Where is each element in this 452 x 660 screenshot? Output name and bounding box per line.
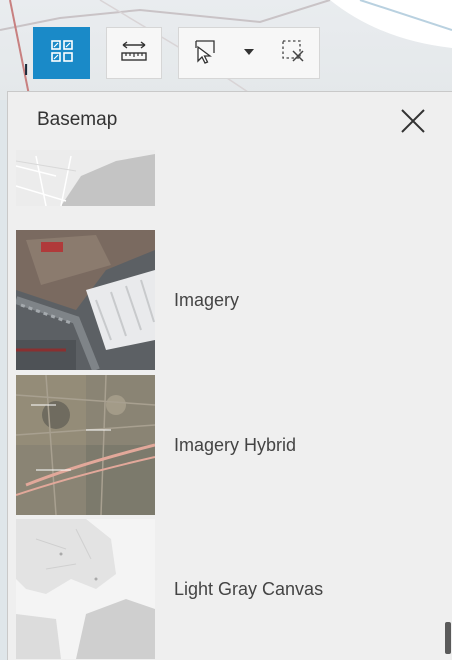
scrollbar-thumb[interactable] <box>445 622 451 654</box>
basemap-item-label: Imagery <box>174 290 240 310</box>
select-icon <box>192 38 218 69</box>
basemap-list: Imagery Imagery Hybrid Light Gray Canvas <box>8 150 452 660</box>
basemap-thumbnail <box>16 230 155 370</box>
select-button[interactable] <box>192 38 218 69</box>
panel-header: Basemap <box>8 92 452 148</box>
basemap-thumbnail <box>16 150 155 206</box>
basemap-item-topographic[interactable] <box>8 150 452 206</box>
basemap-item-imagery[interactable]: Imagery <box>8 230 452 370</box>
basemap-panel: Basemap Imagery Imagery Hybrid Light Gra… <box>7 91 452 660</box>
measure-button[interactable] <box>106 27 162 79</box>
scrollbar[interactable] <box>445 152 451 657</box>
grid-icon <box>50 39 74 68</box>
basemap-thumbnail <box>16 519 155 659</box>
basemap-item-label: Imagery Hybrid <box>174 435 297 455</box>
basemap-item-label: Light Gray Canvas <box>174 579 324 599</box>
basemap-gallery-button[interactable] <box>33 27 90 79</box>
clear-selection-icon <box>280 38 306 69</box>
basemap-item-imagery-hybrid[interactable]: Imagery Hybrid <box>8 375 452 515</box>
chevron-down-icon[interactable] <box>243 44 255 62</box>
measure-icon <box>119 39 149 68</box>
selection-tools <box>178 27 320 79</box>
panel-title: Basemap <box>37 109 118 130</box>
close-icon <box>396 109 430 142</box>
map-place-label: l <box>24 62 30 79</box>
close-button[interactable] <box>396 104 430 138</box>
basemap-item-light-gray-canvas[interactable]: Light Gray Canvas <box>8 519 452 659</box>
clear-selection-button[interactable] <box>280 38 306 69</box>
basemap-thumbnail <box>16 375 155 515</box>
